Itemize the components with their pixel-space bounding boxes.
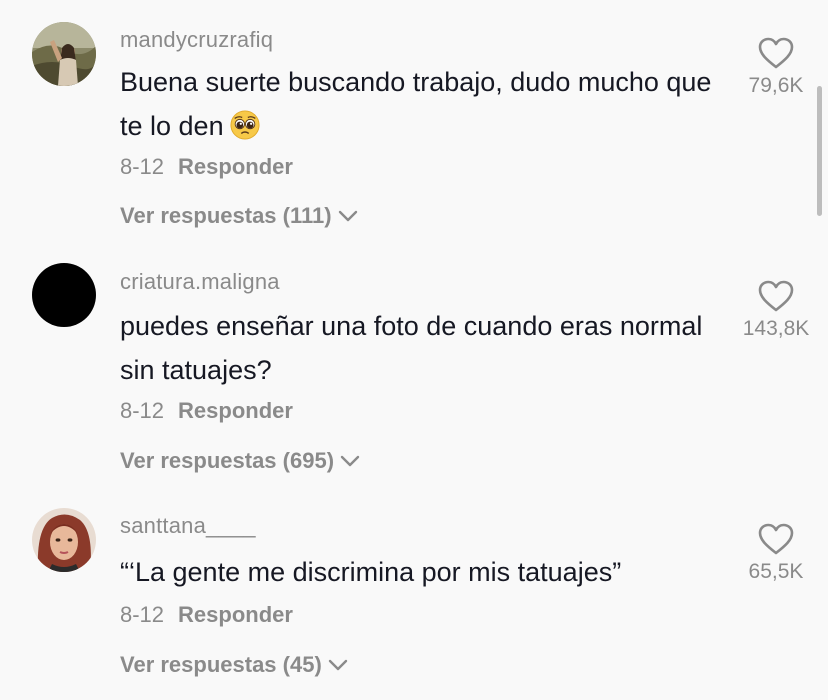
chevron-down-icon bbox=[340, 455, 360, 467]
like-control: 79,6K bbox=[736, 36, 816, 98]
comment-date: 8-12 bbox=[120, 398, 165, 423]
view-replies-label: Ver respuestas (695) bbox=[120, 448, 335, 473]
heart-icon[interactable] bbox=[757, 522, 795, 556]
comment-date: 8-12 bbox=[120, 154, 165, 179]
view-replies-label: Ver respuestas (111) bbox=[120, 203, 332, 228]
comment-meta: 8-12 Responder bbox=[120, 154, 293, 180]
scrollbar[interactable] bbox=[817, 86, 822, 216]
comments-panel: mandycruzrafiq Buena suerte buscando tra… bbox=[0, 0, 828, 700]
heart-icon[interactable] bbox=[757, 279, 795, 313]
like-count: 65,5K bbox=[748, 560, 804, 583]
comment-text: Buena suerte buscando trabajo, dudo much… bbox=[120, 60, 730, 148]
pleading-face-emoji-icon bbox=[230, 110, 260, 140]
like-count: 143,8K bbox=[742, 317, 810, 340]
view-replies-button[interactable]: Ver respuestas (695) bbox=[120, 448, 360, 474]
comment-text: “‘La gente me discrimina por mis tatuaje… bbox=[120, 557, 622, 587]
reply-button[interactable]: Responder bbox=[178, 154, 293, 179]
reply-button[interactable]: Responder bbox=[178, 602, 293, 627]
like-count: 79,6K bbox=[748, 74, 804, 97]
comment-text: puedes enseñar una foto de cuando eras n… bbox=[120, 311, 703, 385]
chevron-down-icon bbox=[338, 210, 357, 222]
comment-username[interactable]: criatura.maligna bbox=[120, 269, 280, 295]
comment-text-content: Buena suerte buscando trabajo, dudo much… bbox=[120, 67, 712, 141]
comment-meta: 8-12 Responder bbox=[120, 398, 293, 424]
view-replies-label: Ver respuestas (45) bbox=[120, 652, 322, 677]
like-control: 143,8K bbox=[736, 279, 816, 341]
view-replies-button[interactable]: Ver respuestas (45) bbox=[120, 652, 348, 678]
reply-button[interactable]: Responder bbox=[178, 398, 293, 423]
comment-username[interactable]: santtana____ bbox=[120, 513, 256, 539]
heart-icon[interactable] bbox=[757, 36, 795, 70]
comment-username[interactable]: mandycruzrafiq bbox=[120, 27, 273, 53]
like-control: 65,5K bbox=[736, 522, 816, 584]
avatar-photo bbox=[32, 508, 96, 572]
avatar[interactable] bbox=[32, 22, 96, 86]
chevron-down-icon bbox=[328, 659, 347, 671]
view-replies-button[interactable]: Ver respuestas (111) bbox=[120, 203, 358, 229]
comment-date: 8-12 bbox=[120, 602, 165, 627]
comment-meta: 8-12 Responder bbox=[120, 602, 293, 628]
avatar-photo bbox=[32, 22, 96, 86]
avatar[interactable] bbox=[32, 263, 96, 327]
avatar[interactable] bbox=[32, 508, 96, 572]
